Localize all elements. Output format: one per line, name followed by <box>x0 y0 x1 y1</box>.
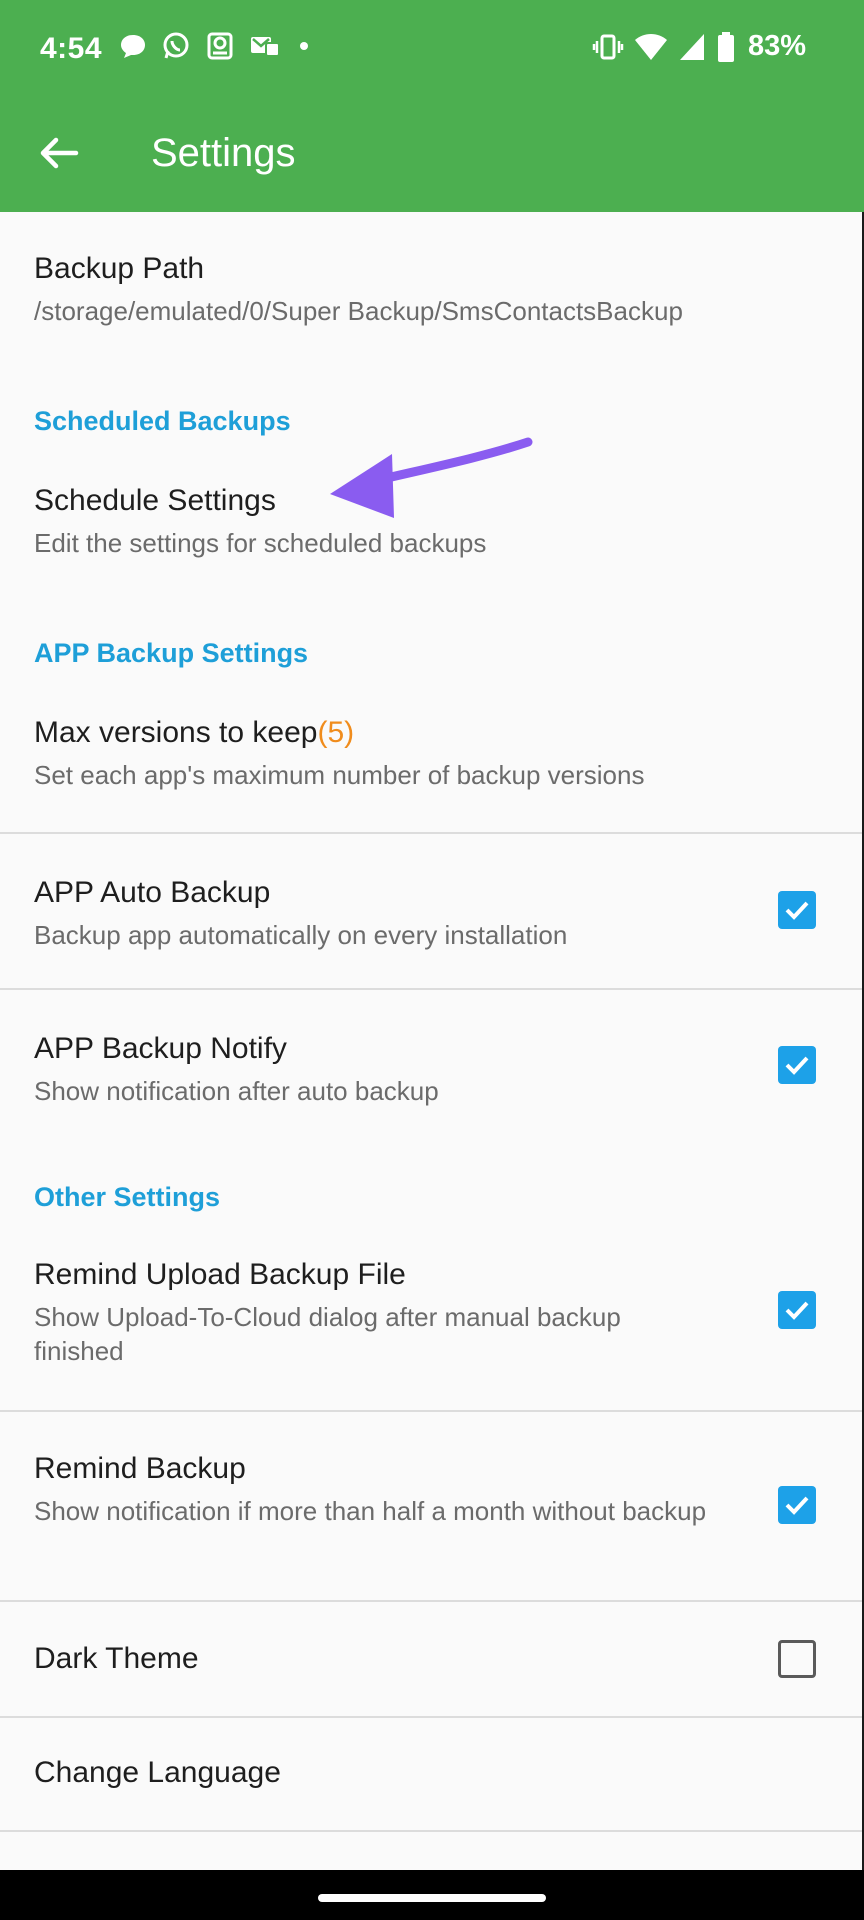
system-icons: 83% <box>592 30 806 63</box>
pref-title: Remind Upload Backup File <box>34 1258 406 1291</box>
pref-summary: Show notification after auto backup <box>34 1076 439 1106</box>
max-versions-value: (5) <box>317 716 355 749</box>
pref-app-backup-notify[interactable]: APP Backup Notify Show notification afte… <box>0 990 864 1140</box>
pref-title: APP Auto Backup <box>34 876 271 909</box>
app-backup-notify-checkbox[interactable] <box>778 1046 816 1084</box>
remind-upload-checkbox[interactable] <box>778 1291 816 1329</box>
checkmark-icon <box>785 901 809 920</box>
battery-icon <box>717 31 734 62</box>
pref-backup-path[interactable]: Backup Path /storage/emulated/0/Super Ba… <box>0 212 864 362</box>
app-auto-backup-checkbox[interactable] <box>778 891 816 929</box>
category-scheduled-backups: Scheduled Backups <box>34 406 291 436</box>
pref-title: Backup Path <box>34 252 205 285</box>
pref-title: Schedule Settings <box>34 484 276 517</box>
app-bar: 4:54 83% Settings <box>0 0 864 212</box>
chat-bubble-icon <box>121 35 145 58</box>
pref-summary: Show notification if more than half a mo… <box>34 1496 707 1526</box>
navigation-bar <box>0 1870 864 1920</box>
pref-summary: Backup app automatically on every instal… <box>34 920 568 950</box>
vibrate-icon <box>592 34 624 59</box>
pref-title-text: Max versions to keep <box>34 716 318 749</box>
battery-percentage: 83% <box>747 30 806 62</box>
checkmark-icon <box>785 1301 809 1320</box>
pref-title: Change Language <box>34 1756 281 1789</box>
whatsapp-icon <box>163 32 189 59</box>
home-handle[interactable] <box>318 1894 546 1902</box>
dark-theme-checkbox[interactable] <box>778 1640 816 1678</box>
pref-summary: /storage/emulated/0/Super Backup/SmsCont… <box>34 296 683 326</box>
disk-icon <box>207 32 233 60</box>
pref-remind-upload-backup-file[interactable]: Remind Upload Backup File Show Upload-To… <box>0 1228 864 1408</box>
pref-max-versions[interactable]: Max versions to keep(5) Set each app's m… <box>0 682 864 832</box>
pref-title: Dark Theme <box>34 1642 199 1675</box>
pref-change-language[interactable]: Change Language <box>0 1718 864 1830</box>
checkmark-icon <box>785 1496 809 1515</box>
category-other-settings: Other Settings <box>34 1182 221 1212</box>
back-arrow-icon[interactable] <box>36 130 82 176</box>
category-app-backup-settings: APP Backup Settings <box>34 638 309 668</box>
pref-summary: Show Upload-To-Cloud dialog after manual… <box>34 1302 621 1366</box>
message-icon <box>251 37 280 57</box>
pref-summary: Edit the settings for scheduled backups <box>34 528 487 558</box>
remind-backup-checkbox[interactable] <box>778 1486 816 1524</box>
notification-icons <box>118 30 314 62</box>
checkmark-icon <box>785 1056 809 1075</box>
divider <box>0 1830 864 1832</box>
status-bar: 4:54 83% <box>0 22 864 74</box>
signal-icon <box>679 33 704 60</box>
pref-summary: Set each app's maximum number of backup … <box>34 760 645 790</box>
wifi-icon <box>634 33 667 60</box>
pref-title: Max versions to keep(5) <box>34 716 354 750</box>
pref-dark-theme[interactable]: Dark Theme <box>0 1602 864 1716</box>
page-title: Settings <box>151 131 296 175</box>
pref-title: APP Backup Notify <box>34 1032 287 1065</box>
status-time: 4:54 <box>40 32 103 65</box>
annotation-arrow-icon <box>330 437 533 518</box>
pref-title: Remind Backup <box>34 1452 246 1485</box>
pref-app-auto-backup[interactable]: APP Auto Backup Backup app automatically… <box>0 834 864 988</box>
pref-remind-backup[interactable]: Remind Backup Show notification if more … <box>0 1412 864 1600</box>
dot-icon <box>300 42 308 50</box>
